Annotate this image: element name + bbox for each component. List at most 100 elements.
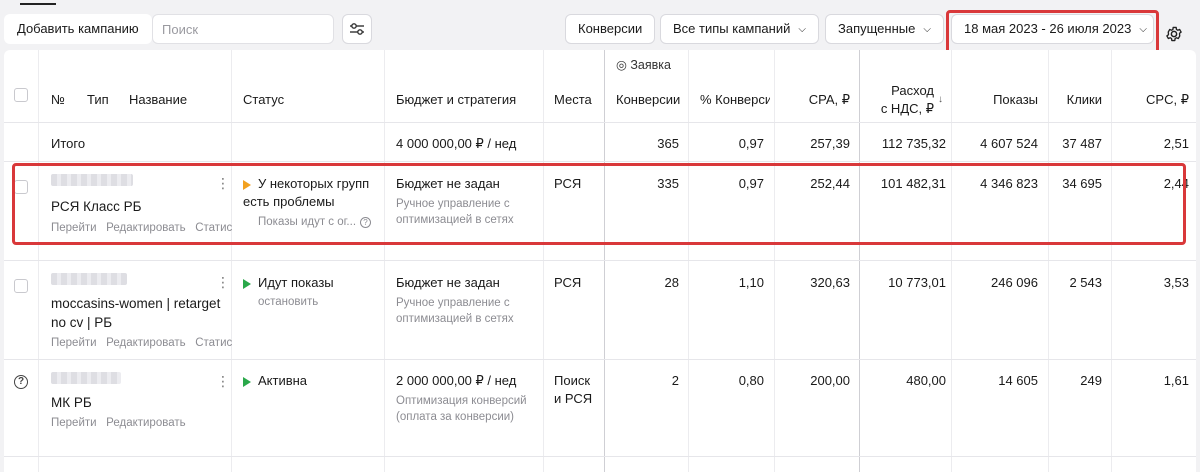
gear-icon	[1166, 26, 1182, 42]
strategy-line1: Оптимизация конверсий	[396, 395, 527, 407]
header-type[interactable]: Тип	[87, 92, 109, 107]
header-name[interactable]: Название	[129, 92, 187, 107]
column-divider	[688, 50, 689, 472]
row-divider	[4, 122, 1196, 123]
goal-label[interactable]: ◎ Заявка	[616, 57, 671, 72]
search-input[interactable]	[152, 14, 334, 44]
filter-settings-button[interactable]	[342, 14, 372, 44]
header-spend-line1[interactable]: Расход	[860, 83, 934, 98]
clicks: 2 543	[1069, 275, 1102, 290]
places-line1: Поиск	[554, 373, 591, 388]
campaign-actions: Перейти Редактировать	[51, 415, 186, 431]
edit-link[interactable]: Редактировать	[106, 337, 185, 349]
conversions-button[interactable]: Конверсии	[565, 14, 656, 44]
cpa: 200,00	[810, 373, 850, 388]
row-highlight	[12, 163, 1186, 245]
header-clicks[interactable]: Клики	[1049, 92, 1102, 107]
campaign-name-line1[interactable]: moccasins-women | retarget	[51, 296, 220, 311]
toolbar: Добавить кампанию Конверсии Все типы кам…	[0, 8, 1200, 56]
impressions: 14 605	[998, 373, 1038, 388]
campaign-types-label: Все типы кампаний	[673, 21, 791, 36]
add-campaign-button[interactable]: Добавить кампанию	[4, 14, 152, 44]
spend: 480,00	[906, 373, 946, 388]
header-impressions[interactable]: Показы	[952, 92, 1038, 107]
total-budget: 4 000 000,00 ₽ / нед	[396, 136, 517, 151]
row-divider	[4, 456, 1196, 457]
conv-rate: 1,10	[738, 275, 764, 290]
strategy-line2: (оплата за конверсии)	[396, 411, 515, 423]
impressions: 246 096	[991, 275, 1038, 290]
header-budget[interactable]: Бюджет и стратегия	[396, 92, 516, 107]
stop-link[interactable]: остановить	[258, 294, 318, 310]
column-divider	[774, 50, 775, 472]
campaign-id-redacted	[51, 273, 127, 285]
column-divider	[231, 50, 232, 472]
column-divider	[384, 50, 385, 472]
edit-link[interactable]: Редактировать	[106, 417, 185, 429]
header-spend-line2[interactable]: с НДС, ₽	[860, 101, 934, 117]
strategy-line2: оптимизацией в сетях	[396, 313, 514, 325]
conversions: 28	[664, 275, 679, 290]
status-text: Идут показы	[258, 275, 334, 290]
budget[interactable]: Бюджет не задан	[396, 275, 500, 290]
sort-desc-icon[interactable]: ↓	[938, 94, 943, 105]
active-tab-underline	[20, 3, 56, 5]
chevron-down-icon: ⌵	[923, 24, 931, 35]
column-divider	[1111, 50, 1112, 472]
cpc: 3,53	[1163, 275, 1189, 290]
row-divider	[4, 359, 1196, 360]
budget[interactable]: 2 000 000,00 ₽ / нед	[396, 373, 516, 389]
total-conversions: 365	[657, 136, 679, 151]
total-cpa: 257,39	[810, 136, 850, 151]
campaign-name-line2[interactable]: no cv | РБ	[51, 315, 112, 330]
header-number[interactable]: №	[51, 92, 65, 107]
campaigns-table: ◎ Заявка № Тип Название Статус Бюджет и …	[4, 50, 1196, 472]
conversions-button-label: Конверсии	[578, 21, 643, 36]
header-conv-rate[interactable]: % Конверсии	[700, 92, 770, 107]
clicks: 249	[1080, 373, 1102, 388]
header-cpc[interactable]: CPC, ₽	[1112, 92, 1189, 108]
row-checkbox[interactable]	[14, 279, 28, 293]
more-menu-icon[interactable]: ⋮	[216, 374, 230, 388]
places: РСЯ	[554, 275, 582, 290]
total-label: Итого	[51, 136, 86, 151]
go-link[interactable]: Перейти	[51, 417, 97, 429]
column-divider	[951, 50, 952, 472]
campaign-types-dropdown[interactable]: Все типы кампаний ⌵	[660, 14, 819, 44]
settings-gear-button[interactable]	[1163, 23, 1185, 45]
cpa: 320,63	[810, 275, 850, 290]
top-tabs-strip	[0, 0, 1200, 8]
go-link[interactable]: Перейти	[51, 337, 97, 349]
column-divider	[38, 50, 39, 472]
total-spend: 112 735,32	[881, 136, 946, 151]
sliders-icon	[350, 23, 364, 35]
help-circle-icon[interactable]: ?	[14, 375, 28, 389]
campaign-id-redacted	[51, 372, 121, 384]
select-all-checkbox[interactable]	[14, 88, 28, 102]
total-impressions: 4 607 524	[980, 136, 1038, 151]
row-divider	[4, 161, 1196, 162]
play-status-icon	[243, 279, 251, 289]
row-divider	[4, 260, 1196, 261]
status-text: Активна	[258, 373, 308, 388]
total-clicks: 37 487	[1062, 136, 1102, 151]
chevron-down-icon: ⌵	[798, 24, 806, 35]
column-divider	[543, 50, 544, 472]
total-conv-rate: 0,97	[738, 136, 764, 151]
spend: 10 773,01	[888, 275, 946, 290]
conv-rate: 0,80	[738, 373, 764, 388]
stats-link[interactable]: Статис	[195, 337, 232, 349]
status-filter-dropdown[interactable]: Запущенные ⌵	[825, 14, 944, 44]
header-conversions[interactable]: Конверсии	[616, 92, 680, 107]
campaign-actions: Перейти Редактировать Статис	[51, 335, 232, 351]
campaign-name[interactable]: МК РБ	[51, 395, 92, 410]
cpc: 1,61	[1163, 373, 1189, 388]
play-status-icon	[243, 377, 251, 387]
header-places[interactable]: Места	[554, 92, 592, 107]
header-cpa[interactable]: CPA, ₽	[774, 92, 850, 108]
places-line2: и РСЯ	[554, 391, 593, 406]
conversions: 2	[671, 373, 679, 388]
more-menu-icon[interactable]: ⋮	[216, 275, 230, 289]
header-status[interactable]: Статус	[243, 92, 284, 107]
status-filter-label: Запущенные	[838, 21, 916, 36]
